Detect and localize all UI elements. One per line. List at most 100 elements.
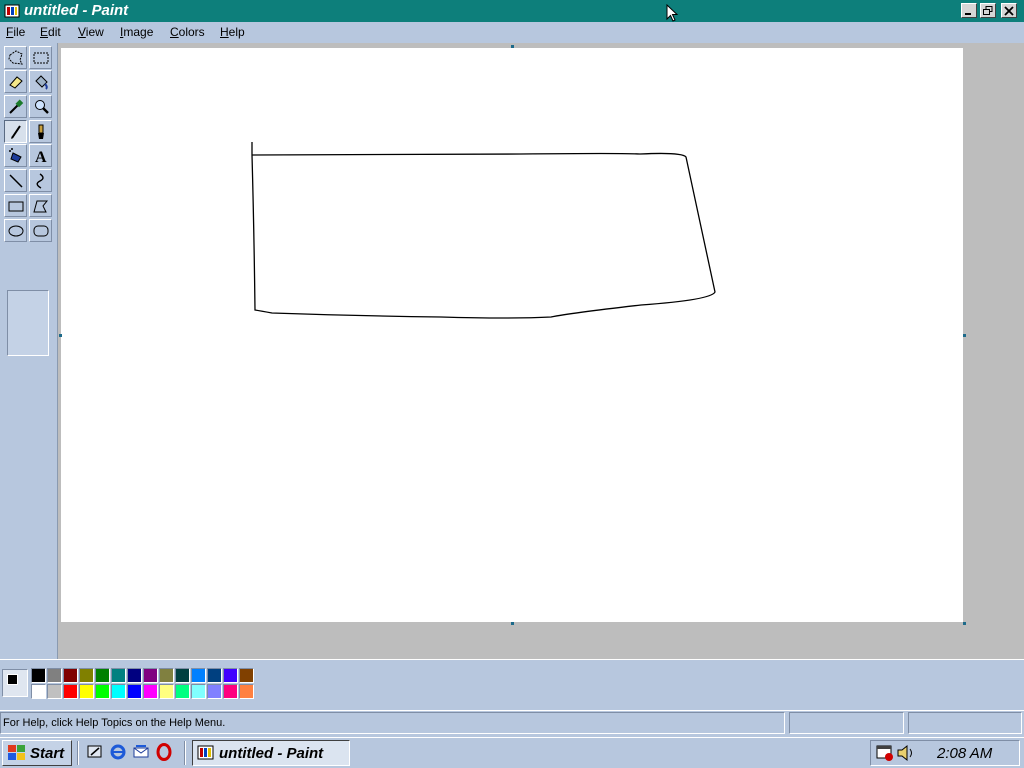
pencil-icon [11,125,21,139]
color-swatch[interactable] [191,668,206,683]
tool-rounded-rectangle[interactable] [29,219,52,242]
color-swatch[interactable] [63,668,78,683]
menu-colors[interactable]: Colors [170,25,205,39]
color-swatch[interactable] [63,684,78,699]
curve-icon [36,173,44,189]
paint-task-icon [197,745,214,760]
taskbar-separator [184,741,186,765]
menu-bar: File Edit View Image Colors Help [0,22,1024,43]
title-bar[interactable]: untitled - Paint [0,0,1024,22]
resize-handle-right[interactable] [963,334,966,337]
color-swatch[interactable] [47,668,62,683]
tool-ellipse[interactable] [4,219,27,242]
tool-fill-with-color[interactable] [29,70,52,93]
tool-free-form-select[interactable] [4,46,27,69]
menu-file[interactable]: File [6,25,25,39]
color-swatch[interactable] [111,668,126,683]
internet-explorer-icon[interactable] [109,743,127,761]
menu-image[interactable]: Image [120,25,153,39]
minimize-icon [965,13,971,15]
tool-polygon[interactable] [29,194,52,217]
color-swatch[interactable] [79,668,94,683]
color-swatch[interactable] [223,684,238,699]
color-swatch[interactable] [159,684,174,699]
tool-eraser[interactable] [4,70,27,93]
rounded-rectangle-icon [33,225,49,237]
opera-icon[interactable] [155,743,173,761]
eyedropper-icon [9,99,24,114]
tool-options-box[interactable] [7,290,49,356]
tool-pick-color[interactable] [4,95,27,118]
restore-icon [983,6,993,15]
tool-rectangle[interactable] [4,194,27,217]
eraser-icon [9,76,23,89]
color-swatch[interactable] [207,684,222,699]
paint-app-icon [4,4,20,18]
fill-bucket-icon [35,75,48,90]
tool-magnifier[interactable] [29,95,52,118]
drawn-shape [251,142,716,319]
color-swatch[interactable] [31,684,46,699]
start-button[interactable]: Start [2,740,72,766]
color-swatch[interactable] [143,668,158,683]
text-icon: A [35,149,47,165]
scheduler-icon[interactable] [876,744,894,762]
close-button[interactable] [1001,3,1017,18]
tray-clock: 2:08 AM [937,745,993,762]
close-icon [1004,6,1014,16]
rectangle-icon [8,201,24,212]
airbrush-icon [9,148,22,163]
resize-handle-left [59,334,62,337]
task-button-paint[interactable]: untitled - Paint [192,740,350,766]
free-form-select-icon [8,50,23,65]
status-pane-main [0,712,785,734]
tool-line[interactable] [4,169,27,192]
taskbar-separator [77,741,79,765]
volume-icon[interactable] [896,744,916,762]
magnifier-icon [35,100,49,114]
line-icon [9,174,23,188]
resize-handle-bottom[interactable] [511,622,514,625]
show-desktop-icon[interactable] [86,743,104,761]
color-swatch[interactable] [31,668,46,683]
color-swatch[interactable] [47,684,62,699]
restore-button[interactable] [980,3,996,18]
color-swatch[interactable] [111,684,126,699]
color-swatch[interactable] [175,684,190,699]
menu-view[interactable]: View [78,25,104,39]
tool-airbrush[interactable] [4,144,27,167]
tool-brush[interactable] [29,120,52,143]
color-swatch[interactable] [95,684,110,699]
color-swatch[interactable] [127,684,142,699]
windows-logo-icon [8,745,25,760]
color-swatch[interactable] [143,684,158,699]
outlook-express-icon[interactable] [132,743,150,761]
task-button-label: untitled - Paint [219,745,324,762]
menu-edit[interactable]: Edit [40,25,61,39]
color-swatch[interactable] [239,668,254,683]
ellipse-icon [8,225,24,237]
color-swatch[interactable] [191,684,206,699]
window-title: untitled - Paint [24,2,129,19]
polygon-icon [33,200,49,213]
color-swatch[interactable] [207,668,222,683]
tool-select[interactable] [29,46,52,69]
color-swatch[interactable] [95,668,110,683]
color-swatch[interactable] [79,684,94,699]
text-tool-glyph: A [35,149,47,165]
color-swatch[interactable] [159,668,174,683]
resize-handle-corner[interactable] [963,622,966,625]
color-swatch[interactable] [175,668,190,683]
drawing-canvas[interactable] [61,48,963,622]
current-colors [2,669,28,697]
foreground-color [7,674,18,685]
tool-text[interactable]: A [29,144,52,167]
menu-help[interactable]: Help [220,25,245,39]
color-swatch[interactable] [223,668,238,683]
minimize-button[interactable] [961,3,977,18]
tool-curve[interactable] [29,169,52,192]
select-icon [33,52,49,64]
tool-pencil[interactable] [4,120,27,143]
color-swatch[interactable] [239,684,254,699]
color-swatch[interactable] [127,668,142,683]
